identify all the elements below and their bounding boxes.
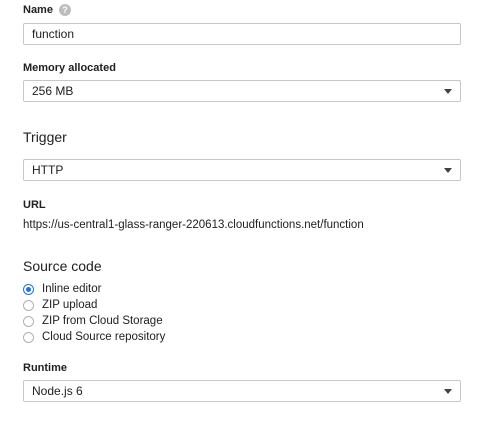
runtime-select[interactable]: Node.js 6 [23,380,461,402]
trigger-title: Trigger [23,129,67,145]
radio-label: ZIP from Cloud Storage [42,315,163,327]
source-code-title: Source code [23,258,102,274]
radio-button[interactable] [23,331,34,343]
runtime-label: Runtime [23,362,67,374]
radio-button[interactable] [23,299,34,311]
help-icon[interactable]: ? [58,4,71,16]
trigger-selected-value: HTTP [32,163,64,177]
chevron-down-icon [444,389,452,394]
name-field[interactable] [23,23,461,45]
name-input[interactable] [32,27,432,41]
radio-label: Cloud Source repository [42,331,166,343]
radio-button[interactable] [23,315,34,327]
name-label: Name? [23,4,71,17]
memory-selected-value: 256 MB [32,84,74,98]
radio-inline-editor[interactable]: Inline editor [23,282,101,296]
radio-zip-cloud-storage[interactable]: ZIP from Cloud Storage [23,314,163,328]
memory-select[interactable]: 256 MB [23,80,461,102]
radio-label: Inline editor [42,283,102,295]
url-label: URL [23,199,46,211]
runtime-selected-value: Node.js 6 [32,384,83,398]
trigger-select[interactable]: HTTP [23,159,461,181]
radio-label: ZIP upload [42,299,98,311]
memory-label: Memory allocated [23,62,116,74]
radio-cloud-source-repository[interactable]: Cloud Source repository [23,330,165,344]
chevron-down-icon [444,168,452,173]
url-value: https://us-central1-glass-ranger-220613.… [23,219,364,231]
radio-zip-upload[interactable]: ZIP upload [23,298,97,312]
name-label-text: Name [23,4,53,16]
radio-button-checked[interactable] [23,283,34,295]
chevron-down-icon [444,89,452,94]
